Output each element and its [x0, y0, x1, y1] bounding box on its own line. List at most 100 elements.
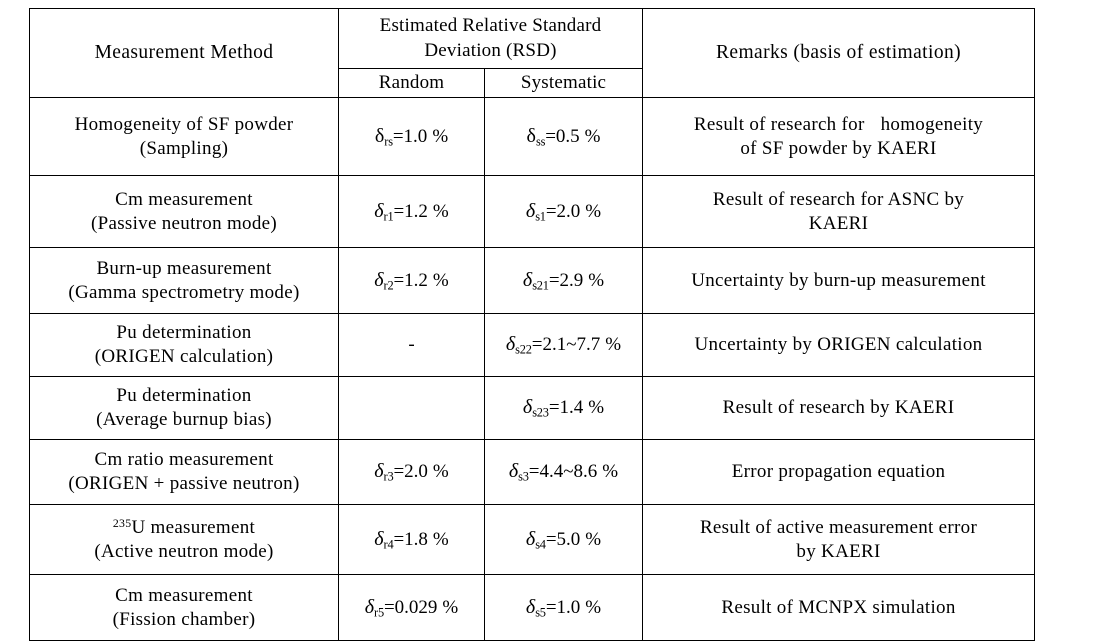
delta-symbol: δr3: [374, 460, 394, 484]
cell-random-rsd: δr4=1.8%: [338, 504, 485, 576]
cell-random-rsd: -: [338, 313, 485, 378]
remark-line-1: Result of research for ASNC by: [712, 188, 965, 210]
table-row: Cm measurement (Fission chamber) δr5=0.029…: [29, 574, 1036, 641]
column-header-rsd-group: Estimated Relative Standard Deviation (R…: [337, 8, 644, 69]
unit-text: %: [442, 596, 459, 618]
value-text: =2.0: [545, 200, 581, 222]
cell-systematic-rsd: δs1=2.0%: [483, 175, 644, 249]
value-text: =1.2: [393, 200, 428, 222]
delta-symbol: δr5: [364, 595, 384, 620]
cell-measurement-method: Pu determination (ORIGEN calculation): [29, 313, 339, 378]
cell-remarks: Uncertainty by ORIGEN calculation: [642, 313, 1036, 378]
cell-remarks: Result of active measurement error by KAE…: [642, 504, 1036, 576]
unit-text: %: [432, 269, 449, 291]
remark-line-2: by KAERI: [796, 540, 881, 562]
cell-remarks: Result of research by KAERI: [642, 376, 1036, 441]
mass-number-superscript: 235: [112, 516, 132, 530]
rsd-table: Measurement Method Estimated Relative St…: [29, 7, 1036, 641]
value-text: =1.0: [392, 125, 428, 147]
unit-text: %: [432, 125, 449, 147]
cell-random-rsd: [338, 376, 485, 441]
remark-line-1: Result of research by KAERI: [722, 397, 955, 419]
unit-text: %: [432, 461, 449, 483]
table-row: Pu determination (Average burnup bias) δs…: [29, 376, 1036, 441]
delta-symbol: δss: [526, 124, 546, 149]
delta-symbol: δs3: [508, 460, 529, 484]
method-line-1: Cm ratio measurement: [94, 449, 274, 470]
cell-measurement-method: Cm measurement (Passive neutron mode): [29, 175, 339, 249]
method-line-2: (Active neutron mode): [94, 540, 274, 562]
remark-line-2: KAERI: [808, 212, 869, 234]
cell-random-rsd: δr3=2.0%: [338, 439, 485, 506]
table-row: Cm ratio measurement (ORIGEN + passive ne…: [29, 439, 1036, 506]
method-line-1: Cm measurement: [115, 584, 253, 606]
table-row: Burn-up measurement (Gamma spectrometry m…: [29, 247, 1036, 315]
cell-remarks: Result of research for ASNC by KAERI: [642, 175, 1036, 249]
value-text: =2.0: [393, 461, 428, 483]
value-text: =2.9: [548, 269, 584, 291]
unit-text: %: [602, 461, 619, 483]
unit-text: %: [585, 528, 602, 550]
cell-systematic-rsd: δs21=2.9%: [483, 247, 644, 315]
method-line-2: (Sampling): [139, 137, 229, 159]
remark-line-1: Error propagation equation: [731, 461, 946, 483]
rsd-table-container: Measurement Method Estimated Relative St…: [29, 7, 1036, 641]
cell-measurement-method: Burn-up measurement (Gamma spectrometry m…: [29, 247, 339, 315]
method-line-2: (Fission chamber): [112, 608, 256, 630]
remark-line-1b: homogeneity: [880, 113, 984, 135]
value-text: =1.4: [548, 397, 584, 419]
rsd-group-line-2: Deviation (RSD): [424, 39, 557, 61]
delta-subscript: s23: [532, 405, 549, 420]
delta-subscript: ss: [535, 134, 546, 149]
delta-symbol: δs4: [525, 527, 546, 552]
delta-subscript: s3: [518, 469, 529, 484]
delta-subscript: r2: [383, 278, 394, 293]
cell-systematic-rsd: δs4=5.0%: [483, 504, 644, 576]
method-line-1: Cm measurement: [115, 188, 253, 210]
cell-measurement-method: 235U measurement (Active neutron mode): [29, 504, 339, 576]
value-text: =1.0: [545, 596, 581, 618]
cell-systematic-rsd: δs23=1.4%: [483, 376, 644, 441]
method-line-1: Homogeneity of SF powder: [74, 113, 294, 135]
delta-subscript: s21: [532, 278, 549, 293]
remark-line-2: of SF powder by KAERI: [740, 137, 937, 159]
remark-line-1: Uncertainty by burn-up measurement: [691, 269, 986, 291]
method-line-2: (Passive neutron mode): [90, 212, 277, 234]
delta-subscript: s22: [515, 342, 532, 357]
table-header: Measurement Method Estimated Relative St…: [29, 7, 1036, 99]
delta-subscript: r5: [374, 605, 384, 620]
unit-text: %: [432, 528, 449, 550]
value-text: =1.8: [393, 528, 428, 550]
column-header-systematic: Systematic: [483, 67, 644, 99]
delta-symbol: δr2: [374, 268, 394, 293]
unit-text: %: [584, 125, 601, 147]
value-text: =4.4~8.6: [528, 461, 598, 483]
method-line-1: Pu determination: [116, 385, 252, 406]
delta-subscript: r4: [383, 537, 394, 552]
method-line-2: (ORIGEN + passive neutron): [68, 473, 300, 495]
cell-random-rsd: δrs=1.0%: [338, 97, 485, 177]
table-row: 235U measurement (Active neutron mode) δr4…: [29, 504, 1036, 576]
remark-line-1: Result of research for: [693, 113, 865, 135]
cell-random-rsd: δr5=0.029%: [338, 574, 485, 641]
table-row: Pu determination (ORIGEN calculation) - δs2…: [29, 313, 1036, 378]
column-header-measurement-method: Measurement Method: [29, 7, 339, 99]
delta-subscript: s4: [535, 537, 546, 552]
cell-measurement-method: Cm measurement (Fission chamber): [29, 574, 339, 641]
delta-subscript: rs: [384, 134, 393, 149]
delta-symbol: δs5: [525, 595, 546, 620]
delta-symbol: δs21: [522, 268, 549, 293]
column-header-remarks: Remarks (basis of estimation): [642, 7, 1036, 99]
cell-systematic-rsd: δs5=1.0%: [483, 574, 644, 641]
value-text: =5.0: [545, 528, 581, 550]
cell-systematic-rsd: δss=0.5%: [483, 97, 644, 177]
delta-symbol: δs1: [525, 199, 546, 224]
cell-random-rsd: δr1=1.2%: [338, 175, 485, 249]
delta-subscript: r1: [383, 209, 394, 224]
method-line-1: Burn-up measurement: [96, 257, 272, 279]
unit-text: %: [605, 334, 622, 356]
cell-remarks: Error propagation equation: [642, 439, 1036, 506]
delta-subscript: s5: [535, 605, 546, 620]
delta-symbol: δr4: [374, 527, 394, 552]
cell-measurement-method: Pu determination (Average burnup bias): [29, 376, 339, 441]
